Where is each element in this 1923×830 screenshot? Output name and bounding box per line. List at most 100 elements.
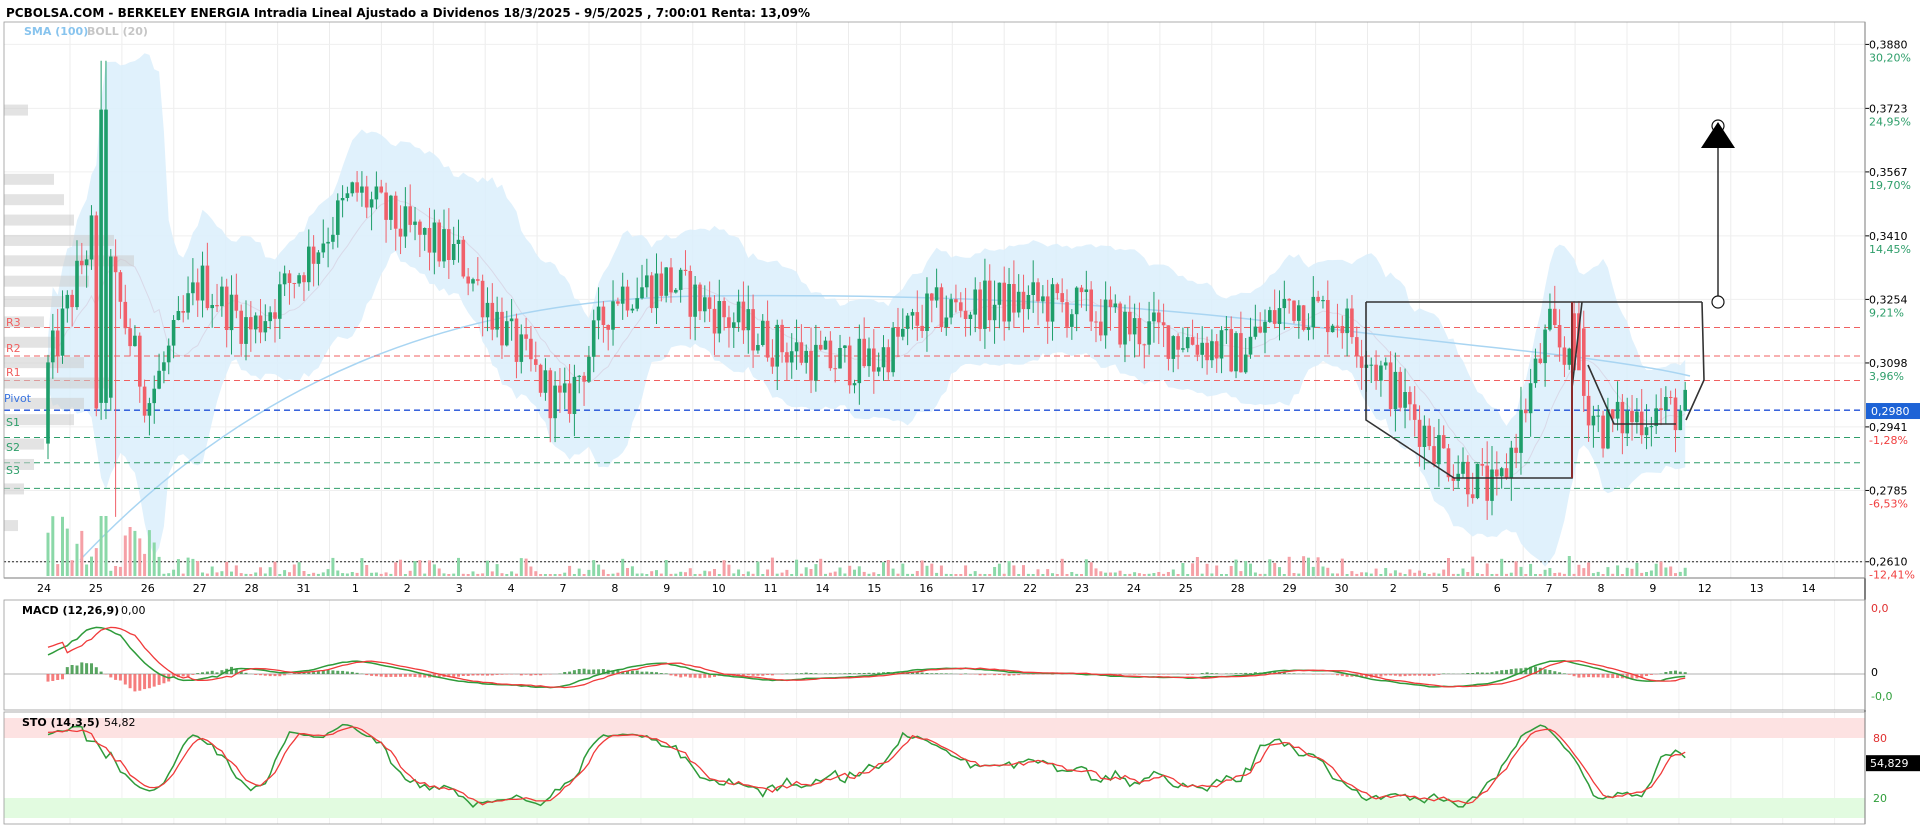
volume-bar	[1660, 562, 1663, 577]
candle-body	[346, 193, 350, 198]
candle-body	[1162, 322, 1166, 325]
volume-bar	[1138, 573, 1141, 576]
candle-body	[317, 252, 321, 264]
macd-hist-bar	[283, 674, 286, 675]
candle-body	[1017, 292, 1021, 313]
volume-bar	[404, 574, 407, 576]
candle-body	[1186, 337, 1190, 348]
volume-bar	[868, 574, 871, 576]
candle-body	[703, 297, 707, 311]
candle-body	[1302, 305, 1306, 330]
candle-body	[1172, 336, 1176, 359]
volume-bar	[505, 574, 508, 576]
candle-body	[1123, 312, 1127, 345]
macd-hist-bar	[1239, 673, 1242, 674]
volume-bar	[1239, 571, 1242, 576]
x-tick-label: 2	[404, 582, 411, 595]
macd-hist-bar	[1442, 674, 1445, 675]
volume-bar	[486, 561, 489, 576]
macd-hist-bar	[945, 673, 948, 674]
volume-bar	[670, 574, 673, 576]
volume-bar	[699, 574, 702, 576]
candle-body	[1176, 336, 1180, 350]
macd-hist-bar	[394, 674, 397, 677]
candle-body	[1374, 365, 1378, 381]
macd-hist-bar	[1244, 673, 1247, 674]
volume-bar	[1428, 574, 1431, 576]
candle-body	[1510, 448, 1514, 478]
macd-hist-bar	[679, 674, 682, 677]
candle-body	[1505, 468, 1509, 478]
macd-hist-bar	[1674, 671, 1677, 674]
candle-body	[887, 347, 891, 372]
candle-body	[896, 328, 900, 337]
candle-body	[322, 244, 326, 253]
candle-body	[978, 290, 982, 329]
x-tick-label: 31	[297, 582, 311, 595]
candle-body	[201, 266, 205, 301]
volume-bar	[1486, 564, 1489, 577]
volume-bar	[428, 560, 431, 576]
candle-body	[1205, 343, 1209, 360]
macd-hist-bar	[418, 674, 421, 677]
x-tick-label: 26	[141, 582, 155, 595]
macd-hist-bar	[959, 674, 962, 675]
macd-hist-bar	[645, 672, 648, 674]
volume-bar	[1177, 574, 1180, 576]
macd-hist-bar	[1191, 674, 1194, 675]
macd-hist-bar	[389, 674, 392, 677]
volume-bar	[1466, 572, 1469, 576]
candle-body	[964, 311, 968, 319]
volume-bar	[1650, 571, 1653, 577]
x-tick-label: 27	[193, 582, 207, 595]
candle-body	[61, 309, 65, 356]
volume-bar	[1264, 574, 1267, 576]
volume-bar	[631, 566, 634, 576]
candle-body	[70, 295, 74, 307]
candle-body	[1307, 327, 1311, 330]
macd-hist-bar	[158, 674, 161, 685]
volume-bar	[206, 574, 209, 576]
x-tick-label: 30	[1335, 582, 1349, 595]
volume-bar	[457, 558, 460, 576]
candle-body	[428, 228, 432, 253]
macd-hist-bar	[61, 674, 64, 679]
volume-bar	[1539, 574, 1542, 576]
candle-body	[1316, 297, 1320, 301]
candle-body	[1331, 326, 1335, 332]
volume-bar	[293, 565, 296, 577]
volume-bar	[1066, 574, 1069, 576]
candle-body	[587, 357, 591, 382]
macd-hist-bar	[457, 674, 460, 677]
candle-body	[244, 317, 248, 344]
volume-bar	[1399, 573, 1402, 576]
macd-hist-bar	[1162, 674, 1165, 675]
candle-body	[1679, 411, 1683, 431]
volume-bar	[76, 544, 79, 576]
macd-hist-bar	[95, 667, 98, 674]
volume-bar	[201, 573, 204, 577]
volume-bar	[525, 559, 528, 576]
macd-hist-bar	[1210, 673, 1213, 674]
macd-hist-bar	[356, 673, 359, 674]
volume-bar	[105, 516, 108, 576]
macd-hist-bar	[1568, 674, 1571, 675]
candle-body	[1481, 464, 1485, 466]
macd-hist-bar	[872, 673, 875, 674]
macd-hist-bar	[1186, 674, 1189, 675]
x-tick-label: 10	[712, 582, 726, 595]
candle-body	[104, 110, 108, 403]
candle-body	[413, 222, 417, 225]
macd-hist-bar	[694, 674, 697, 678]
volume-bar	[1631, 569, 1634, 576]
volume-bar	[182, 574, 185, 576]
macd-hist-bar	[1491, 672, 1494, 674]
volume-bar	[312, 573, 315, 576]
candle-body	[1157, 313, 1161, 323]
candle-body	[418, 222, 422, 235]
candle-body	[911, 312, 915, 316]
macd-hist-bar	[563, 672, 566, 674]
candle-body	[404, 206, 408, 236]
candle-body	[1229, 329, 1233, 371]
candle-body	[167, 346, 171, 363]
